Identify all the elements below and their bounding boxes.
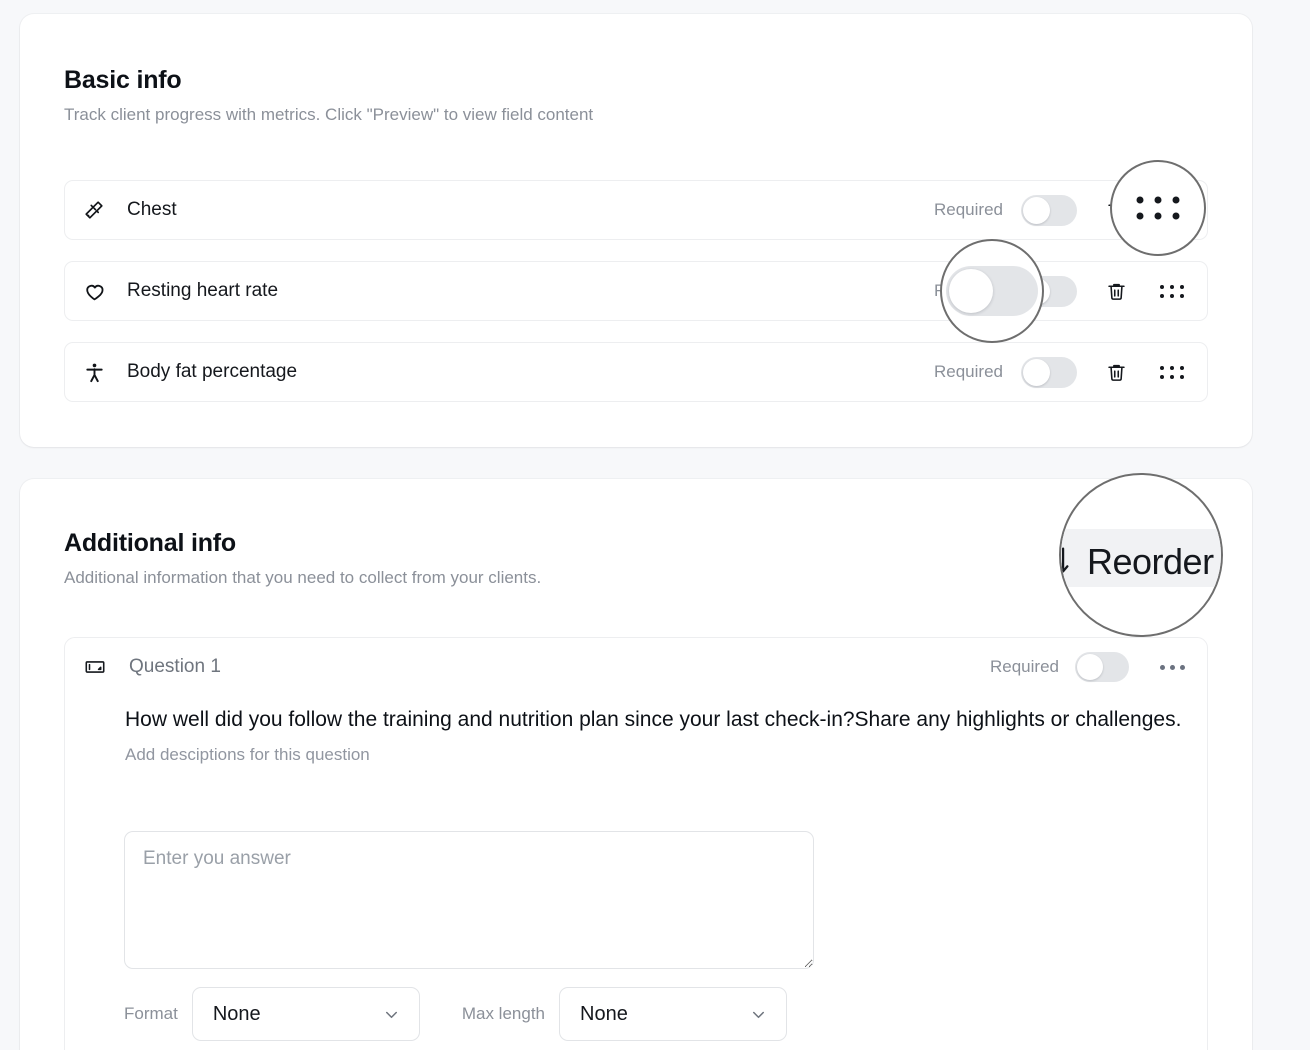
required-label: Required	[934, 200, 1003, 219]
metric-row[interactable]: Resting heart rate Required	[64, 261, 1208, 321]
max-length-select[interactable]: None	[559, 987, 788, 1041]
form-builder-page: Basic info Track client progress with me…	[0, 0, 1310, 1050]
delete-icon[interactable]	[1099, 274, 1133, 308]
required-toggle[interactable]	[1021, 275, 1077, 307]
body-icon	[81, 359, 107, 385]
format-label: Format	[124, 1004, 178, 1023]
required-toggle[interactable]	[1021, 356, 1077, 388]
format-control: Format None	[124, 987, 420, 1041]
max-length-control: Max length None	[461, 987, 788, 1041]
reorder-button-label: Reorder	[1124, 546, 1186, 565]
toggle-knob	[1023, 196, 1050, 224]
dots-grid	[1160, 365, 1184, 379]
dots-grid	[1160, 284, 1184, 298]
delete-icon[interactable]	[1099, 193, 1133, 227]
question-number-label: Question 1	[129, 656, 221, 677]
answer-input[interactable]	[124, 831, 814, 969]
metric-label: Body fat percentage	[127, 361, 298, 382]
additional-info-card: Additional info Additional information t…	[20, 479, 1252, 1050]
required-label: Required	[934, 362, 1003, 381]
toggle-knob	[1023, 358, 1050, 386]
additional-info-header: Additional info Additional information t…	[64, 529, 541, 588]
delete-icon[interactable]	[1099, 355, 1133, 389]
toggle-knob	[1023, 277, 1050, 305]
basic-info-subtitle: Track client progress with metrics. Clic…	[64, 105, 594, 124]
drag-handle-icon[interactable]	[1155, 274, 1189, 308]
reorder-arrows-icon	[1099, 545, 1116, 567]
additional-info-title: Additional info	[64, 529, 236, 557]
format-select[interactable]: None	[191, 987, 420, 1041]
basic-info-card: Basic info Track client progress with me…	[20, 14, 1252, 447]
metric-label: Resting heart rate	[127, 280, 279, 301]
ellipsis-dots	[1159, 664, 1185, 670]
question-header: Question 1 Required	[65, 638, 1207, 696]
metric-label: Chest	[127, 199, 177, 220]
required-toggle[interactable]	[1021, 194, 1077, 226]
toggle-knob	[1077, 654, 1103, 680]
max-length-label: Max length	[461, 1004, 546, 1023]
required-toggle[interactable]	[1075, 652, 1129, 682]
drag-handle-icon[interactable]	[1155, 193, 1189, 227]
dots-grid	[1160, 203, 1184, 217]
required-label: Required	[934, 281, 1003, 300]
reorder-button[interactable]: Reorder	[1076, 533, 1208, 579]
chevron-down-icon	[382, 1005, 401, 1024]
basic-info-header: Basic info Track client progress with me…	[64, 66, 593, 125]
text-input-icon	[83, 655, 107, 679]
question-card: Question 1 Required How well did you fol…	[64, 637, 1208, 1050]
metric-row[interactable]: Chest Required	[64, 180, 1208, 240]
required-label: Required	[990, 657, 1059, 676]
additional-info-subtitle: Additional information that you need to …	[64, 568, 542, 587]
question-controls: Format None Max length None	[124, 987, 788, 1041]
more-options-icon[interactable]	[1155, 650, 1189, 684]
drag-handle-icon[interactable]	[1155, 355, 1189, 389]
question-description-placeholder[interactable]: Add desciptions for this question	[125, 745, 1207, 765]
page-title: Basic info	[64, 66, 182, 94]
question-text: How well did you follow the training and…	[125, 708, 1182, 731]
format-select-value: None	[212, 1002, 261, 1025]
max-length-select-value: None	[580, 1002, 628, 1025]
metric-row[interactable]: Body fat percentage Required	[64, 342, 1208, 402]
heart-icon	[81, 278, 107, 304]
ruler-icon	[81, 197, 107, 223]
chevron-down-icon	[749, 1005, 768, 1024]
